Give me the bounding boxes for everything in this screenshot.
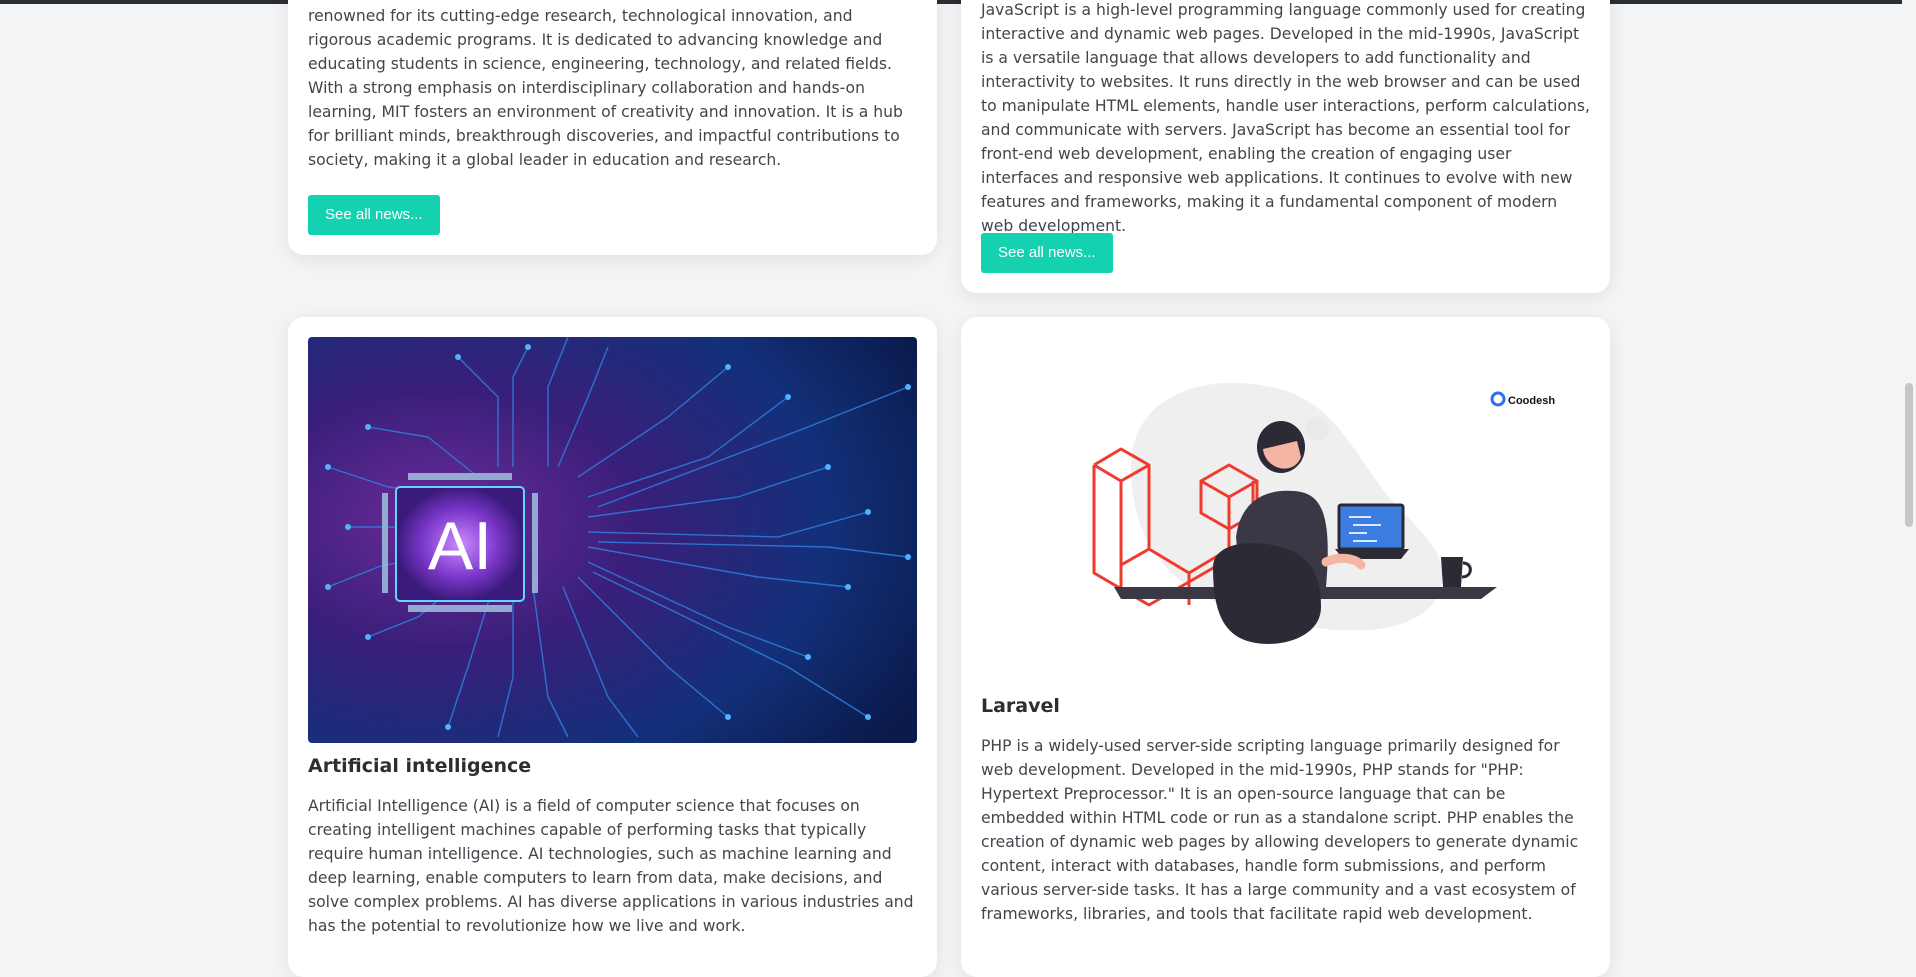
news-card-mit: renowned for its cutting-edge research, …	[288, 0, 937, 255]
card-description: JavaScript is a high-level programming l…	[981, 1, 1591, 235]
card-title: Artificial intelligence	[308, 755, 532, 777]
news-card-laravel: Coodesh Laravel PHP is a widely-used ser…	[961, 317, 1610, 977]
ai-chip-image: AI	[308, 337, 917, 743]
see-all-news-button[interactable]: See all news...	[981, 233, 1113, 273]
news-card-javascript: JavaScript is a high-level programming l…	[961, 0, 1610, 293]
card-description: PHP is a widely-used server-side scripti…	[981, 737, 1579, 923]
laravel-illustration: Coodesh	[981, 337, 1590, 677]
page-scrollbar-track[interactable]	[1902, 0, 1916, 949]
card-title: Laravel	[981, 695, 1060, 717]
card-description: renowned for its cutting-edge research, …	[308, 7, 903, 169]
coodesh-logo-text: Coodesh	[1508, 395, 1555, 407]
page-scrollbar-thumb[interactable]	[1905, 383, 1913, 527]
card-description: Artificial Intelligence (AI) is a field …	[308, 797, 914, 935]
news-card-artificial-intelligence: AI Artificial intelligence Artificial In…	[288, 317, 937, 977]
ai-chip-label: AI	[428, 508, 492, 584]
see-all-news-button[interactable]: See all news...	[308, 195, 440, 235]
